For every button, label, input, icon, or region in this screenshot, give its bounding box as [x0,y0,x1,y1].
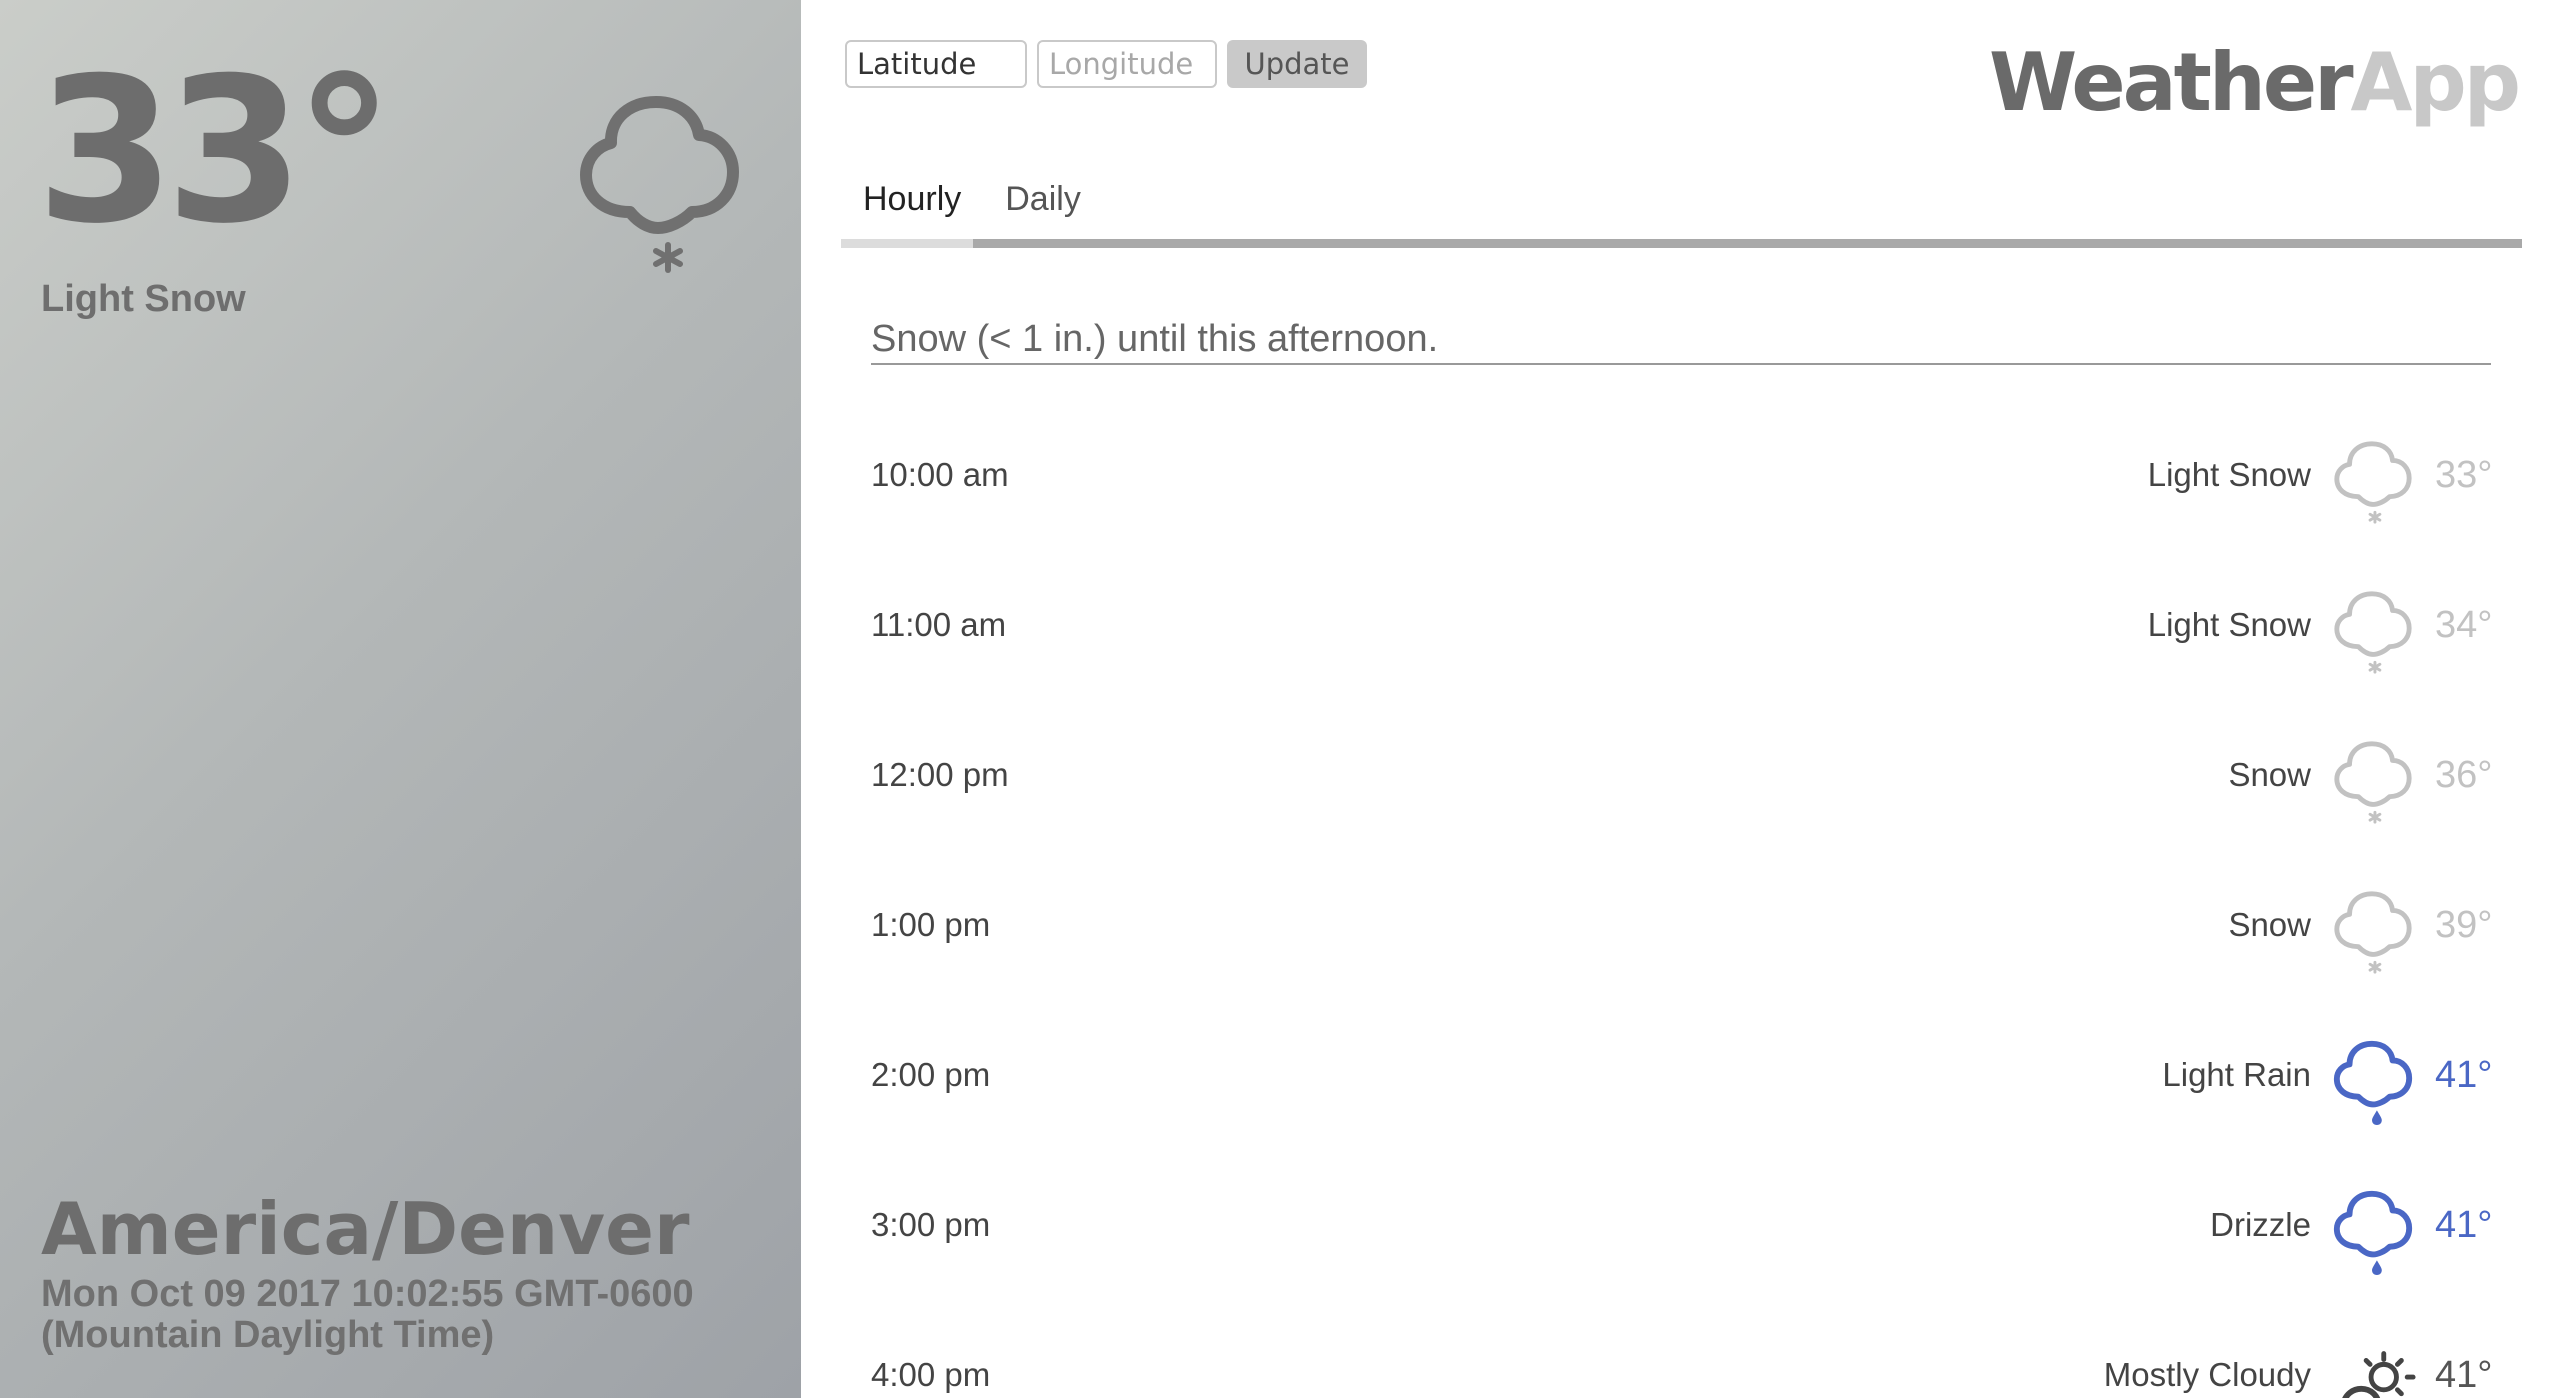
hour-temperature: 39° [2435,904,2493,946]
hourly-row: 3:00 pm Drizzle 41° [871,1162,2511,1312]
hour-time: 11:00 am [871,606,1007,643]
hour-summary: Light Rain [2162,1056,2311,1093]
hourly-row: 11:00 am Light Snow 34° [871,562,2511,712]
snow-cloud-icon [580,96,739,273]
tab-indicator-bar [841,239,2522,248]
rain-cloud-icon [2333,1190,2413,1275]
hour-summary: Drizzle [2210,1206,2311,1243]
hour-time: 4:00 pm [871,1356,991,1393]
snow-cloud-icon [2334,891,2412,974]
hour-time: 12:00 pm [871,756,1009,793]
hour-summary: Light Snow [2147,456,2311,493]
hour-temperature: 34° [2435,604,2493,646]
forecast-panel: Update WeatherApp Hourly Daily Snow (< 1… [801,0,2560,1398]
hourly-row: 12:00 pm Snow 36° [871,712,2511,862]
hourly-row: 4:00 pm Mostly Cloudy 41° [871,1312,2511,1398]
hour-temperature: 41° [2435,1354,2493,1396]
snow-cloud-icon [2334,591,2412,674]
current-datetime: Mon Oct 09 2017 10:02:55 GMT-0600 (Mount… [41,1272,694,1357]
tab-hourly[interactable]: Hourly [841,170,983,231]
app-logo: WeatherApp [1989,36,2521,129]
hour-temperature: 33° [2435,454,2493,496]
hour-summary: Snow [2228,906,2311,943]
hour-temperature: 41° [2435,1054,2493,1096]
hourly-row: 10:00 am Light Snow 33° [871,412,2511,562]
logo-weather: Weather [1989,36,2354,129]
current-conditions-panel: 33° Light Snow America/Denver Mon Oct 09… [0,0,801,1398]
hourly-row: 1:00 pm Snow 39° [871,862,2511,1012]
hour-time: 3:00 pm [871,1206,991,1243]
current-summary: Light Snow [41,278,246,320]
update-button[interactable]: Update [1227,40,1367,88]
snow-cloud-icon [2334,441,2412,524]
hour-temperature: 41° [2435,1204,2493,1246]
hourly-row: 2:00 pm Light Rain 41° [871,1012,2511,1162]
tab-daily[interactable]: Daily [983,170,1103,231]
forecast-tabs: Hourly Daily [841,170,2522,248]
partly-cloudy-icon [2342,1351,2416,1398]
hour-temperature: 36° [2435,754,2493,796]
hour-summary: Mostly Cloudy [2103,1356,2311,1393]
rain-cloud-icon [2333,1040,2413,1125]
hour-time: 10:00 am [871,456,1009,493]
latitude-input[interactable] [845,40,1027,88]
tab-active-indicator [841,239,973,248]
hourly-summary: Snow (< 1 in.) until this afternoon. [871,318,2491,365]
current-temperature: 33° [36,35,394,268]
location-form: Update [845,40,1367,88]
hour-time: 1:00 pm [871,906,991,943]
hour-summary: Snow [2228,756,2311,793]
weather-app: 33° Light Snow America/Denver Mon Oct 09… [0,0,2560,1398]
location-block: America/Denver Mon Oct 09 2017 10:02:55 … [41,1187,761,1357]
hour-summary: Light Snow [2147,606,2311,643]
timezone-name: America/Denver [41,1187,690,1271]
logo-app: App [2350,36,2521,129]
snow-cloud-icon [2334,741,2412,824]
hourly-forecast-list: 10:00 am Light Snow 33° 11:00 am Light S… [871,412,2511,1398]
longitude-input[interactable] [1037,40,1217,88]
hour-time: 2:00 pm [871,1056,991,1093]
